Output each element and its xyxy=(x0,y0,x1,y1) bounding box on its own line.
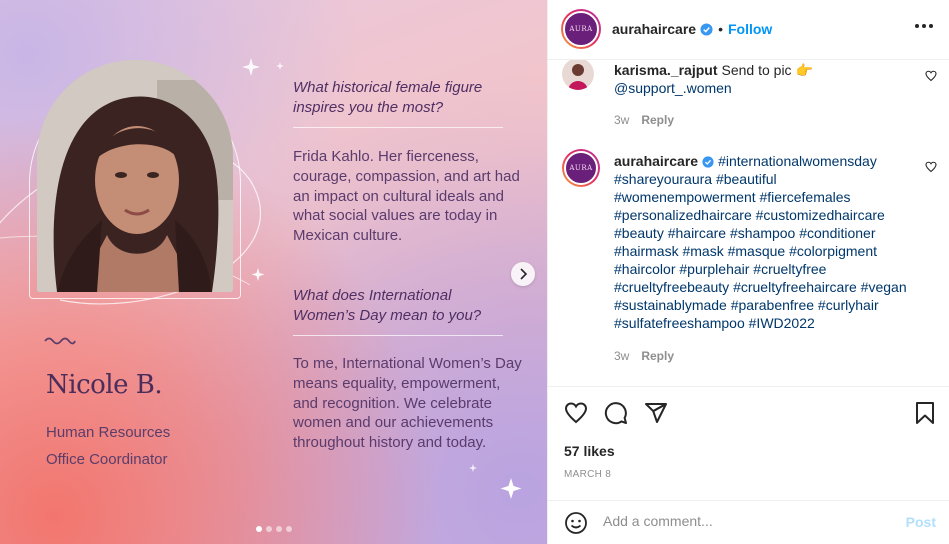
carousel-dot xyxy=(286,526,292,532)
like-comment-heart-icon[interactable] xyxy=(925,70,937,82)
like-comment-heart-icon[interactable] xyxy=(925,161,937,173)
divider xyxy=(293,335,503,336)
post-header: AURA aurahaircare • Follow xyxy=(548,0,949,60)
header-username[interactable]: aurahaircare xyxy=(612,21,696,37)
carousel-next-button[interactable] xyxy=(511,262,535,286)
emoji-smiley-icon[interactable] xyxy=(564,511,588,535)
person-name: Nicole B. xyxy=(46,370,163,400)
reply-button[interactable]: Reply xyxy=(641,349,674,363)
bookmark-save-icon[interactable] xyxy=(914,401,936,425)
portrait-photo xyxy=(37,60,233,292)
chevron-right-icon xyxy=(520,268,528,280)
like-heart-icon[interactable] xyxy=(564,401,588,425)
follow-button[interactable]: Follow xyxy=(728,21,772,37)
post-comment-button[interactable]: Post xyxy=(906,514,936,530)
reply-button[interactable]: Reply xyxy=(641,113,674,127)
comment-text: aurahaircare #internationalwomensday #sha… xyxy=(614,152,919,332)
verified-badge-icon xyxy=(702,156,714,168)
share-paper-plane-icon[interactable] xyxy=(644,401,668,425)
add-comment-bar: Post xyxy=(548,500,949,544)
carousel-dot-active xyxy=(256,526,262,532)
verified-badge-icon xyxy=(700,22,713,36)
comment-meta: 3w Reply xyxy=(614,113,674,127)
separator-dot: • xyxy=(718,21,723,37)
avatar[interactable]: AURA xyxy=(561,9,601,49)
post-sidebar: AURA aurahaircare • Follow karisma._rajp… xyxy=(547,0,949,544)
comment-username[interactable]: karisma._rajput xyxy=(614,62,718,78)
avatar-logo-text: AURA xyxy=(569,164,593,172)
comment-time: 3w xyxy=(614,113,630,127)
instagram-post-view: Nicole B. Human Resources Office Coordin… xyxy=(0,0,949,544)
carousel-dots xyxy=(256,526,292,532)
avatar[interactable] xyxy=(562,60,594,90)
comment-bubble-icon[interactable] xyxy=(604,401,628,425)
comment-time: 3w xyxy=(614,349,630,363)
carousel-dot xyxy=(276,526,282,532)
comments-list[interactable]: karisma._rajput Send to pic 👉 @support_.w… xyxy=(548,60,949,386)
add-comment-input[interactable] xyxy=(603,513,893,529)
question-1: What historical female figure inspires y… xyxy=(293,79,483,116)
post-actions: 57 likes MARCH 8 xyxy=(548,386,949,500)
comment-meta: 3w Reply xyxy=(614,349,674,363)
comment-content: Send to pic 👉 xyxy=(721,62,813,78)
post-date: MARCH 8 xyxy=(564,469,612,480)
mention-link[interactable]: @support_.women xyxy=(614,80,732,96)
more-options-icon[interactable] xyxy=(915,24,933,28)
question-2: What does International Women’s Day mean… xyxy=(293,287,482,324)
role-line-1: Human Resources xyxy=(46,424,171,441)
comment-text: karisma._rajput Send to pic 👉 @support_.w… xyxy=(614,61,914,97)
avatar[interactable]: AURA xyxy=(562,149,600,187)
answer-2: To me, International Women’s Day means e… xyxy=(293,355,522,452)
wave-icon xyxy=(44,337,76,345)
comment-username[interactable]: aurahaircare xyxy=(614,153,698,169)
likes-count[interactable]: 57 likes xyxy=(564,443,615,459)
avatar-logo-text: AURA xyxy=(569,25,593,33)
divider xyxy=(293,127,503,128)
post-image[interactable]: Nicole B. Human Resources Office Coordin… xyxy=(0,0,547,544)
carousel-dot xyxy=(266,526,272,532)
hashtags[interactable]: #internationalwomensday #shareyouraura #… xyxy=(614,153,907,331)
answer-1: Frida Kahlo. Her fierceness, courage, co… xyxy=(293,148,520,245)
role-line-2: Office Coordinator xyxy=(46,451,168,468)
